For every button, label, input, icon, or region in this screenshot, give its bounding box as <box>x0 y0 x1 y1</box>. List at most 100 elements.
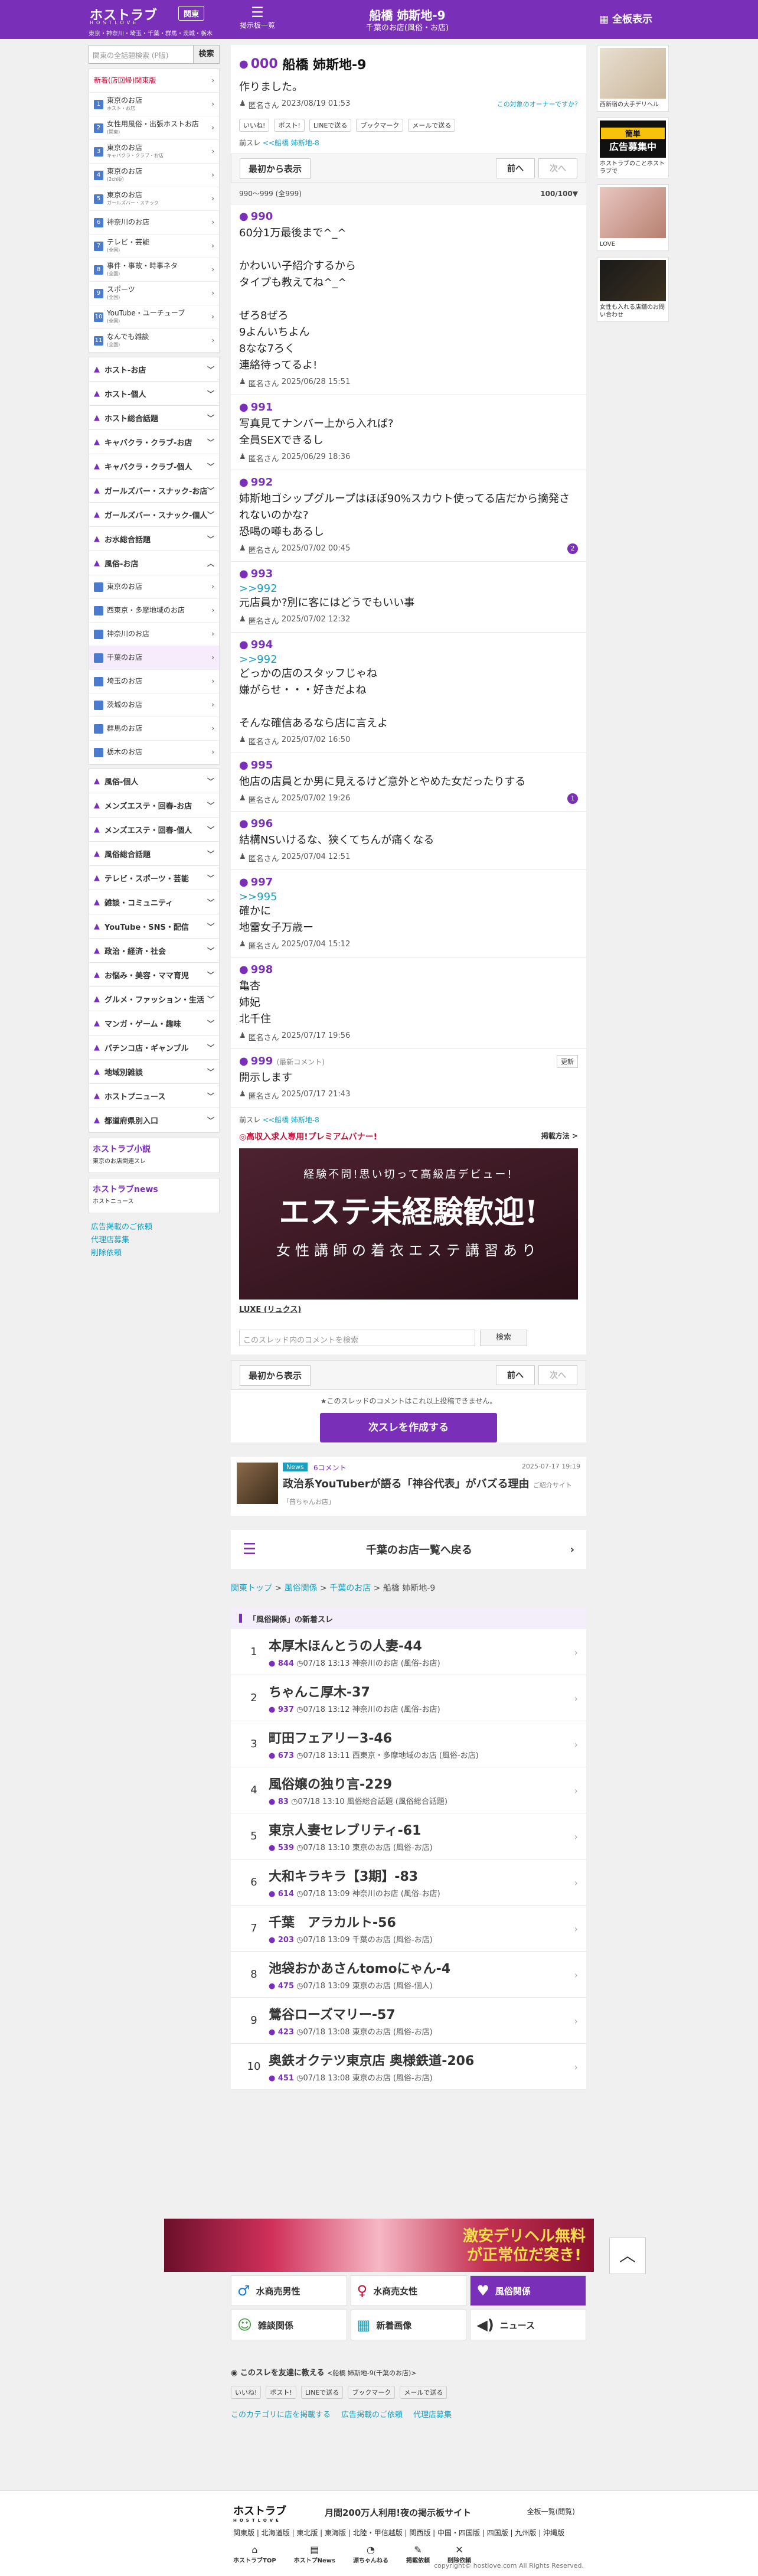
sidebar-category[interactable]: ▲ ホスト-個人 ﹀ <box>89 382 219 406</box>
post-button[interactable]: ポスト! <box>266 2386 296 2399</box>
sidebar-subcategory[interactable]: 西東京・多摩地域のお店 › <box>89 599 219 623</box>
right-ad-3[interactable]: LOVE <box>597 184 669 251</box>
reply-anchor[interactable]: >>992 <box>239 582 578 595</box>
next-page-button[interactable]: 次へ <box>538 158 577 178</box>
sidebar-ranking-item[interactable]: 6 神奈川のお店 › <box>89 211 219 235</box>
sidebar-category[interactable]: ▲ パチンコ店・ギャンブル ﹀ <box>89 1035 219 1060</box>
reply-anchor[interactable]: >>992 <box>239 653 578 666</box>
sidebar-subcategory[interactable]: 埼玉のお店 › <box>89 670 219 693</box>
line-button[interactable]: LINEで送る <box>300 2386 344 2399</box>
ad-caption[interactable]: LUXE (リュクス) <box>239 1303 578 1314</box>
sidebar-subcategory[interactable]: 群馬のお店 › <box>89 717 219 741</box>
post-number[interactable]: 995 <box>251 759 273 771</box>
sidebar-category[interactable]: ▲ 政治・経済・社会 ﹀ <box>89 939 219 963</box>
sidebar-category[interactable]: ▲ 風俗総合話題 ﹀ <box>89 842 219 866</box>
reply-anchor[interactable]: >>995 <box>239 891 578 903</box>
new-thread-item[interactable]: 9 鶯谷ローズマリー-57 ● 423 ◷07/18 13:08 東京のお店 (風俗… <box>231 1998 586 2044</box>
sidebar-ranking-item[interactable]: 11 なんでも雑談 (全国) › <box>89 329 219 353</box>
sidebar-category[interactable]: ▲ YouTube・SNS・配信 ﹀ <box>89 914 219 939</box>
post-number[interactable]: 993 <box>251 568 273 580</box>
new-thread-item[interactable]: 10 奥鉄オクテツ東京店 奥様鉄道-206 ● 451 ◷07/18 13:08 東… <box>231 2044 586 2090</box>
sidebar-ranking-item[interactable]: 2 女性用風俗・出張ホストお店 (関東) › <box>89 116 219 140</box>
sidebar-subcategory[interactable]: 東京のお店 › <box>89 575 219 599</box>
sidebar-ranking-item[interactable]: 4 東京のお店 (2ch版) › <box>89 164 219 187</box>
sidebar-category[interactable]: ▲ 地域別雑談 ﹀ <box>89 1060 219 1084</box>
post-button[interactable]: ポスト! <box>274 119 305 132</box>
sidebar-banner-novel[interactable]: ホストラブ小説 東京のお店関連スレ <box>89 1138 220 1173</box>
new-thread-item[interactable]: 2 ちゃんこ厚木-37 ● 937 ◷07/18 13:12 神奈川のお店 (風俗-… <box>231 1675 586 1721</box>
post-number[interactable]: 992 <box>251 476 273 489</box>
sidebar-subcategory[interactable]: 茨城のお店 › <box>89 693 219 717</box>
category-tile[interactable]: ◀) ニュース <box>470 2310 586 2340</box>
owner-link[interactable]: この対象のオーナーですか? <box>497 99 578 109</box>
back-to-list-button[interactable]: ☰ 千葉のお店一覧へ戻る › <box>231 1530 586 1569</box>
new-thread-item[interactable]: 5 東京人妻セレブリティ-61 ● 539 ◷07/18 13:10 東京のお店 (… <box>231 1813 586 1859</box>
all-boards-button[interactable]: ▦ 全板表示 <box>599 11 652 25</box>
right-ad-1[interactable]: 西新宿の大手デリヘル <box>597 45 669 112</box>
mail-button[interactable]: メールで送る <box>400 2386 447 2399</box>
sidebar-subcategory[interactable]: 神奈川のお店 › <box>89 623 219 646</box>
link-list-store[interactable]: このカテゴリに店を掲載する <box>231 2408 331 2419</box>
sidebar-category[interactable]: ▲ 雑談・コミュニティ ﹀ <box>89 890 219 914</box>
sidebar-ranking-item[interactable]: 7 テレビ・芸能 (全国) › <box>89 235 219 258</box>
sidebar-category[interactable]: ▲ お悩み・美容・ママ育児 ﹀ <box>89 963 219 987</box>
premium-banner[interactable]: 経験不問!思い切って高級店デビュー! エステ未経験歓迎! 女性講師の着衣エステ講… <box>239 1148 578 1300</box>
category-tile[interactable]: ♥ 風俗関係 <box>470 2275 586 2306</box>
sidebar-ranking-item[interactable]: 3 東京のお店 キャバクラ・クラブ・お店 › <box>89 140 219 164</box>
sidebar-category[interactable]: ▲ 風俗-お店 ︿ <box>89 551 219 575</box>
new-thread-item[interactable]: 3 町田フェアリー3-46 ● 673 ◷07/18 13:11 西東京・多摩地域の… <box>231 1721 586 1767</box>
post-number[interactable]: 997 <box>251 876 273 888</box>
bookmark-button[interactable]: ブックマーク <box>348 2386 396 2399</box>
like-button[interactable]: いいね! <box>231 2386 262 2399</box>
sidebar-ranking-item[interactable]: 新着(店回帰)関東版 › <box>89 69 219 93</box>
new-thread-item[interactable]: 7 千葉 アラカルト-56 ● 203 ◷07/18 13:09 千葉のお店 (風俗… <box>231 1906 586 1952</box>
sidebar-category[interactable]: ▲ メンズエステ・回春-個人 ﹀ <box>89 818 219 842</box>
new-thread-item[interactable]: 4 風俗嬢の独り言-229 ● 83 ◷07/18 13:10 風俗総合話題 (風俗… <box>231 1767 586 1813</box>
category-tile[interactable]: ♂ 水商売男性 <box>231 2275 347 2306</box>
sidebar-ranking-item[interactable]: 5 東京のお店 ガールズバー・スナック › <box>89 187 219 211</box>
thread-search-button[interactable]: 検索 <box>480 1330 527 1346</box>
sidebar-ranking-item[interactable]: 1 東京のお店 ホスト・お店 › <box>89 93 219 116</box>
sidebar-ranking-item[interactable]: 10 YouTube・ユーチューブ (全国) › <box>89 305 219 329</box>
post-number[interactable]: 991 <box>251 401 273 413</box>
sidebar-ranking-item[interactable]: 8 事件・事故・時事ネタ (全国) › <box>89 258 219 282</box>
sidebar-subcategory[interactable]: 栃木のお店 › <box>89 741 219 764</box>
right-ad-4[interactable]: 女性も入れる店舗のお問い合わせ <box>597 257 669 322</box>
footer-regions[interactable]: 関東版 | 北海道版 | 東北版 | 東海版 | 北陸・甲信越版 | 関西版 |… <box>233 2528 587 2538</box>
footer-logo[interactable]: ホストラブ HOSTLOVE <box>233 2503 286 2523</box>
footer-nav-news[interactable]: ▤ ホストプNews <box>294 2544 335 2564</box>
sidebar-category[interactable]: ▲ 都道府県別入口 ﹀ <box>89 1108 219 1132</box>
show-from-start-button[interactable]: 最初から表示 <box>240 158 311 179</box>
sidebar-category[interactable]: ▲ メンズエステ・回春-お店 ﹀ <box>89 793 219 818</box>
line-button[interactable]: LINEで送る <box>309 119 352 132</box>
prev-page-button[interactable]: 前へ <box>496 158 535 178</box>
reply-count-badge[interactable]: 1 <box>567 793 578 804</box>
post-number[interactable]: 996 <box>251 818 273 830</box>
range-select[interactable]: 100/100▼ <box>540 190 578 198</box>
new-thread-item[interactable]: 8 池袋おかあさんtomoにゃん-4 ● 475 ◷07/18 13:09 東京のお… <box>231 1952 586 1998</box>
thread-search-input[interactable]: このスレッド内のコメントを検索 <box>239 1330 475 1346</box>
premium-how-link[interactable]: 掲載方法 > <box>541 1131 578 1142</box>
area-button[interactable]: 関東 <box>178 6 205 21</box>
breadcrumb-item[interactable]: 関東トップ <box>231 1584 272 1593</box>
breadcrumb-item[interactable]: 千葉のお店 <box>329 1584 371 1593</box>
bottom-ad-banner[interactable]: 激安デリヘル無料が正常位だ突き! <box>164 2219 594 2272</box>
like-button[interactable]: いいね! <box>239 119 270 132</box>
right-ad-recruit[interactable]: 簡単 広告募集中 ホストラブのことホストラブで <box>597 118 669 178</box>
category-tile[interactable]: ▦ 新着画像 <box>350 2310 467 2340</box>
new-thread-item[interactable]: 6 大和キラキラ【3期】-83 ● 614 ◷07/18 13:09 神奈川のお店 … <box>231 1859 586 1906</box>
sidebar-category[interactable]: ▲ ホスト総合話題 ﹀ <box>89 406 219 430</box>
link-agency[interactable]: 代理店募集 <box>413 2408 452 2419</box>
link-ad-request[interactable]: 広告掲載のご依頼 <box>91 1220 217 1233</box>
sidebar-category[interactable]: ▲ 風俗-個人 ﹀ <box>89 769 219 793</box>
sidebar-search-input[interactable]: 関東の全話題検索 (P版) <box>89 45 194 64</box>
footer-nav-delete[interactable]: ✕ 削除依頼 <box>447 2544 471 2564</box>
sidebar-ranking-item[interactable]: 9 スポーツ (全国) › <box>89 282 219 305</box>
category-tile[interactable]: ☺ 雑談関係 <box>231 2310 347 2340</box>
sidebar-banner-news[interactable]: ホストラブnews ホストニュース <box>89 1178 220 1213</box>
news-card[interactable]: News 6コメント 2025-07-17 19:19 政治系YouTuberが… <box>231 1457 586 1516</box>
footer-nav-top[interactable]: ⌂ ホストラブTOP <box>233 2544 276 2564</box>
sidebar-category[interactable]: ▲ ホストプニュース ﹀ <box>89 1084 219 1108</box>
link-delete[interactable]: 削除依頼 <box>91 1246 217 1259</box>
show-from-start-button[interactable]: 最初から表示 <box>240 1364 311 1386</box>
